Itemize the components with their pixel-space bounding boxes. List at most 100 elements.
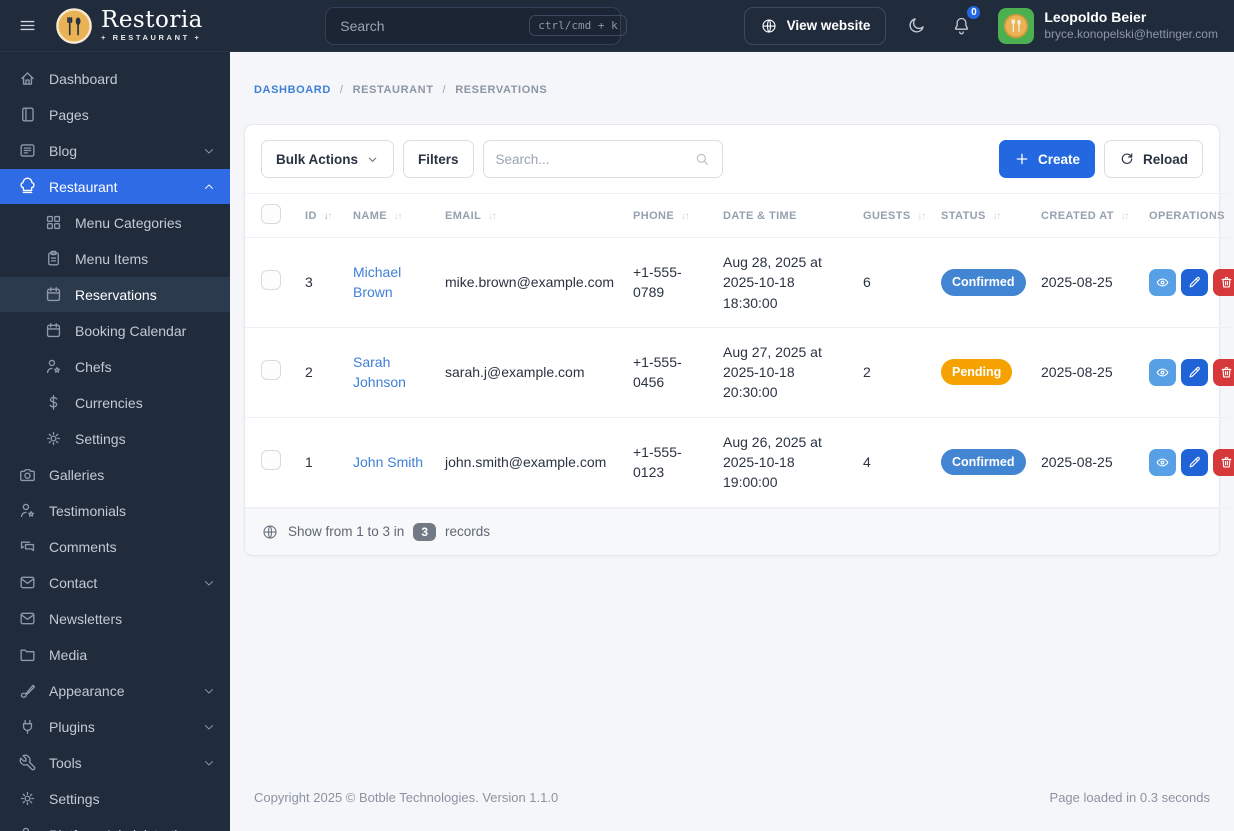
row-checkbox[interactable] (261, 269, 281, 290)
sidebar-item-currencies[interactable]: Currencies (0, 385, 230, 420)
sort-asc-icon: ↑ (491, 210, 497, 222)
sidebar-item-menu-categories[interactable]: Menu Categories (0, 205, 230, 240)
sidebar-item-galleries[interactable]: Galleries (0, 457, 230, 492)
sidebar-item-restaurant-settings[interactable]: Settings (0, 421, 230, 456)
table-search[interactable] (482, 140, 723, 178)
avatar (998, 7, 1035, 44)
cell-id: 1 (297, 417, 345, 508)
delete-button[interactable] (1213, 358, 1234, 386)
chevron-down-icon (202, 144, 216, 158)
row-checkbox[interactable] (261, 359, 281, 380)
clipboard-icon (49, 251, 59, 264)
cell-created-at: 2025-08-25 (1033, 237, 1141, 328)
breadcrumb-dashboard-link[interactable]: DASHBOARD (254, 84, 331, 96)
sidebar-item-testimonials[interactable]: Testimonials (0, 493, 230, 528)
column-header-created-at[interactable]: CREATED AT ↓↑ (1033, 193, 1141, 238)
column-header-id[interactable]: ID ↓↑ (297, 193, 345, 238)
sidebar-item-reservations[interactable]: Reservations (0, 277, 230, 312)
edit-button[interactable] (1181, 268, 1208, 296)
edit-button[interactable] (1181, 358, 1208, 386)
user-star-icon (22, 504, 34, 516)
sidebar-item-appearance[interactable]: Appearance (0, 673, 230, 708)
main-content: DASHBOARD / RESTAURANT / RESERVATIONS Bu… (230, 52, 1234, 831)
status-badge: Confirmed (941, 449, 1026, 476)
sidebar-item-menu-items[interactable]: Menu Items (0, 241, 230, 276)
sort-asc-icon: ↑ (327, 210, 333, 222)
sidebar-item-contact[interactable]: Contact (0, 565, 230, 600)
reservation-name-link[interactable]: Sarah Johnson (353, 354, 406, 390)
column-header-phone[interactable]: PHONE ↓↑ (625, 193, 715, 238)
calendar-icon (48, 324, 60, 337)
global-search[interactable]: ctrl/cmd + k (325, 6, 627, 45)
blog-icon (21, 145, 34, 156)
cell-created-at: 2025-08-25 (1033, 417, 1141, 508)
cell-email: sarah.j@example.com (437, 327, 625, 418)
sidebar-item-dashboard[interactable]: Dashboard (0, 61, 230, 96)
cell-datetime: Aug 27, 2025 at 2025-10-18 20:30:00 (715, 327, 855, 418)
row-checkbox[interactable] (261, 449, 281, 470)
globe-icon (264, 526, 276, 538)
cell-phone: +1-555-0789 (625, 237, 715, 328)
column-header-email[interactable]: EMAIL ↓↑ (437, 193, 625, 238)
cell-guests: 2 (855, 327, 933, 418)
delete-button[interactable] (1213, 448, 1234, 476)
sidebar-item-label: Plugins (49, 718, 95, 735)
table-toolbar: Bulk Actions Filters Create Reload (245, 125, 1219, 193)
pages-icon (23, 108, 33, 121)
load-time-text: Page loaded in 0.3 seconds (1049, 790, 1210, 805)
sort-asc-icon: ↑ (1124, 210, 1130, 222)
table-row: 1 John Smith john.smith@example.com +1-5… (245, 417, 1234, 508)
trash-icon (1222, 367, 1231, 376)
notifications-button[interactable]: 0 (947, 4, 983, 40)
eye-icon (1157, 279, 1168, 286)
reservation-name-link[interactable]: John Smith (353, 454, 423, 470)
select-all-checkbox[interactable] (261, 204, 281, 224)
sidebar-item-label: Reservations (75, 286, 157, 303)
brand-tagline: + RESTAURANT + (101, 33, 202, 43)
table-row: 3 Michael Brown mike.brown@example.com +… (245, 237, 1234, 328)
pencil-icon (1190, 367, 1199, 376)
sidebar-item-label: Pages (49, 106, 89, 123)
reload-button[interactable]: Reload (1103, 140, 1203, 178)
sort-asc-icon: ↑ (397, 210, 403, 222)
column-header-status[interactable]: STATUS ↓↑ (933, 193, 1033, 238)
view-button[interactable] (1149, 448, 1176, 476)
global-search-input[interactable] (340, 17, 522, 34)
sidebar-item-blog[interactable]: Blog (0, 133, 230, 168)
cell-id: 3 (297, 237, 345, 328)
sidebar-toggle-button[interactable] (12, 10, 43, 41)
brand-logo[interactable]: Restoria + RESTAURANT + (55, 7, 203, 45)
summary-suffix: records (445, 524, 491, 540)
filters-button[interactable]: Filters (403, 140, 474, 178)
create-button[interactable]: Create (998, 140, 1095, 178)
sidebar: Dashboard Pages Blog Restaurant Menu Cat… (0, 52, 230, 831)
chevron-down-icon (202, 756, 216, 770)
user-menu[interactable]: Leopoldo Beier bryce.konopelski@hettinge… (998, 7, 1218, 44)
sidebar-item-plugins[interactable]: Plugins (0, 709, 230, 744)
sidebar-item-comments[interactable]: Comments (0, 529, 230, 564)
sidebar-item-chefs[interactable]: Chefs (0, 349, 230, 384)
theme-toggle-button[interactable] (902, 11, 931, 40)
sidebar-item-newsletters[interactable]: Newsletters (0, 601, 230, 636)
view-button[interactable] (1149, 268, 1176, 296)
sidebar-item-pages[interactable]: Pages (0, 97, 230, 132)
sidebar-item-platform-administration[interactable]: Platform Administration (0, 817, 230, 831)
column-header-guests[interactable]: GUESTS ↓↑ (855, 193, 933, 238)
column-header-datetime: DATE & TIME (715, 193, 855, 238)
table-search-input[interactable] (495, 151, 686, 167)
view-website-button[interactable]: View website (743, 6, 887, 45)
sidebar-item-restaurant[interactable]: Restaurant (0, 169, 230, 204)
column-header-name[interactable]: NAME ↓↑ (345, 193, 437, 238)
delete-button[interactable] (1213, 268, 1234, 296)
sidebar-item-media[interactable]: Media (0, 637, 230, 672)
view-button[interactable] (1149, 358, 1176, 386)
edit-button[interactable] (1181, 448, 1208, 476)
topbar: Restoria + RESTAURANT + ctrl/cmd + k Vie… (0, 0, 1234, 52)
bulk-actions-label: Bulk Actions (276, 151, 359, 167)
bulk-actions-button[interactable]: Bulk Actions (261, 140, 395, 178)
sidebar-item-tools[interactable]: Tools (0, 745, 230, 780)
sidebar-item-label: Contact (49, 574, 98, 591)
sidebar-item-booking-calendar[interactable]: Booking Calendar (0, 313, 230, 348)
sidebar-item-settings[interactable]: Settings (0, 781, 230, 816)
reservation-name-link[interactable]: Michael Brown (353, 264, 401, 300)
